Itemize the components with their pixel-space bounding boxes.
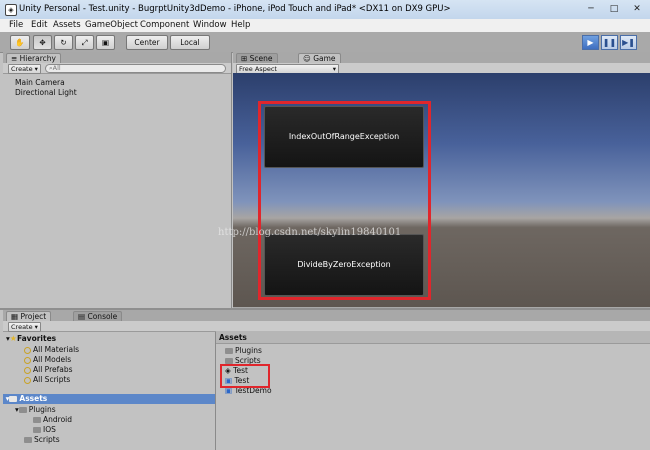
close-button[interactable]: ✕ — [626, 2, 648, 16]
menu-assets[interactable]: Assets — [53, 20, 81, 30]
favorite-label: All Materials — [33, 345, 80, 354]
pivot-center-label: Center — [134, 38, 160, 47]
search-icon — [24, 376, 31, 384]
search-icon — [24, 366, 31, 374]
menu-component[interactable]: Component — [140, 20, 189, 30]
folder-icon — [33, 427, 41, 433]
project-panel: ▦ Project ▤ Console Create ▾ ▾★Favorites… — [3, 310, 650, 450]
minimize-button[interactable]: ─ — [580, 2, 602, 16]
aspect-dropdown-label: Free Aspect — [239, 65, 277, 73]
game-viewport[interactable]: IndexOutOfRangeException DivideByZeroExc… — [233, 73, 650, 307]
tree-android[interactable]: Android — [33, 415, 72, 424]
game-tab-label: Game — [313, 54, 336, 63]
star-icon: ★ — [9, 334, 17, 343]
asset-plugins[interactable]: Plugins — [225, 346, 262, 355]
chevron-down-icon: ▾ — [332, 65, 336, 73]
tree-plugins[interactable]: ▾ Plugins — [15, 405, 56, 414]
assets-tree-root[interactable]: ▾ Assets — [3, 394, 215, 404]
rotate-tool-icon[interactable]: ↻ — [54, 35, 73, 50]
hierarchy-tab-label: Hierarchy — [19, 54, 56, 63]
game-tab-icon: ☺ — [303, 54, 314, 63]
folder-icon — [18, 407, 27, 413]
tree-ios[interactable]: IOS — [33, 425, 56, 434]
folder-icon — [9, 396, 18, 402]
window-title: Unity Personal - Test.unity - BugrptUnit… — [19, 4, 451, 14]
console-tab-label: Console — [87, 312, 118, 321]
menu-file[interactable]: File — [9, 20, 23, 30]
favorite-all-scripts[interactable]: All Scripts — [24, 375, 70, 384]
tree-ios-label: IOS — [43, 425, 56, 434]
hierarchy-panel: ≡ Hierarchy Create ▾ ⌕All Main Camera Di… — [3, 52, 232, 308]
tree-android-label: Android — [43, 415, 72, 424]
watermark: http://blog.csdn.net/skylin19840101 — [218, 227, 402, 238]
favorite-label: All Prefabs — [33, 365, 73, 374]
assets-tree-label: Assets — [19, 394, 48, 403]
hierarchy-item-main-camera[interactable]: Main Camera — [15, 78, 65, 87]
search-icon — [24, 346, 31, 354]
hierarchy-search-input[interactable]: ⌕All — [45, 64, 226, 73]
highlight-box — [258, 101, 431, 300]
favorite-all-prefabs[interactable]: All Prefabs — [24, 365, 73, 374]
highlight-box — [220, 364, 270, 388]
toolbar: ✋ ✥ ↻ ⤢ ▣ Center Local ▶ ❚❚ ▶❚ — [0, 32, 650, 53]
hierarchy-toolbar: Create ▾ ⌕All — [3, 63, 231, 74]
tree-scripts-label: Scripts — [34, 435, 60, 444]
favorite-all-materials[interactable]: All Materials — [24, 345, 79, 354]
hierarchy-icon: ≡ — [11, 54, 20, 63]
pivot-center-button[interactable]: Center — [126, 35, 168, 50]
assets-header-bar: Assets — [216, 331, 650, 344]
hierarchy-search-placeholder: All — [52, 64, 61, 72]
assets-header: Assets — [219, 333, 247, 342]
rect-tool-icon[interactable]: ▣ — [96, 35, 115, 50]
unity-logo-icon: ◈ — [5, 4, 17, 16]
move-tool-icon[interactable]: ✥ — [33, 35, 52, 50]
hierarchy-tabbar: ≡ Hierarchy — [3, 52, 231, 64]
menu-bar: File Edit Assets GameObject Component Wi… — [0, 19, 650, 33]
pivot-local-label: Local — [180, 38, 200, 47]
folder-icon — [33, 417, 41, 423]
favorites-label: Favorites — [16, 334, 57, 343]
assets-list-panel: Assets Plugins Scripts ◈ Test ▣ Test ▣ T… — [216, 331, 650, 450]
pivot-local-button[interactable]: Local — [170, 35, 210, 50]
title-bar: ◈ Unity Personal - Test.unity - BugrptUn… — [0, 0, 650, 20]
project-tab-label: Project — [20, 312, 47, 321]
asset-plugins-label: Plugins — [235, 346, 262, 355]
scale-tool-icon[interactable]: ⤢ — [75, 35, 94, 50]
favorite-all-models[interactable]: All Models — [24, 355, 71, 364]
project-create-button[interactable]: Create ▾ — [8, 322, 41, 332]
project-tabbar: ▦ Project ▤ Console — [3, 310, 650, 322]
tree-scripts[interactable]: Scripts — [24, 435, 60, 444]
folder-icon — [24, 437, 32, 443]
pause-icon[interactable]: ❚❚ — [601, 35, 618, 50]
hierarchy-create-button[interactable]: Create ▾ — [8, 64, 41, 74]
hierarchy-item-directional-light[interactable]: Directional Light — [15, 88, 77, 97]
menu-window[interactable]: Window — [193, 20, 227, 30]
search-icon — [24, 356, 31, 364]
favorite-label: All Models — [33, 355, 72, 364]
favorite-label: All Scripts — [33, 375, 71, 384]
menu-edit[interactable]: Edit — [31, 20, 47, 30]
scene-tab-label: Scene — [249, 54, 273, 63]
menu-help[interactable]: Help — [231, 20, 250, 30]
step-icon[interactable]: ▶❚ — [620, 35, 637, 50]
play-icon[interactable]: ▶ — [582, 35, 599, 50]
menu-gameobject[interactable]: GameObject — [85, 20, 138, 30]
scene-tab-icon: ⊞ — [241, 54, 250, 63]
hand-tool-icon[interactable]: ✋ — [10, 35, 30, 50]
tree-plugins-label: Plugins — [28, 405, 56, 414]
maximize-button[interactable]: □ — [603, 2, 625, 16]
favorites-header[interactable]: ▾★Favorites — [6, 334, 56, 343]
folder-icon — [225, 348, 233, 354]
